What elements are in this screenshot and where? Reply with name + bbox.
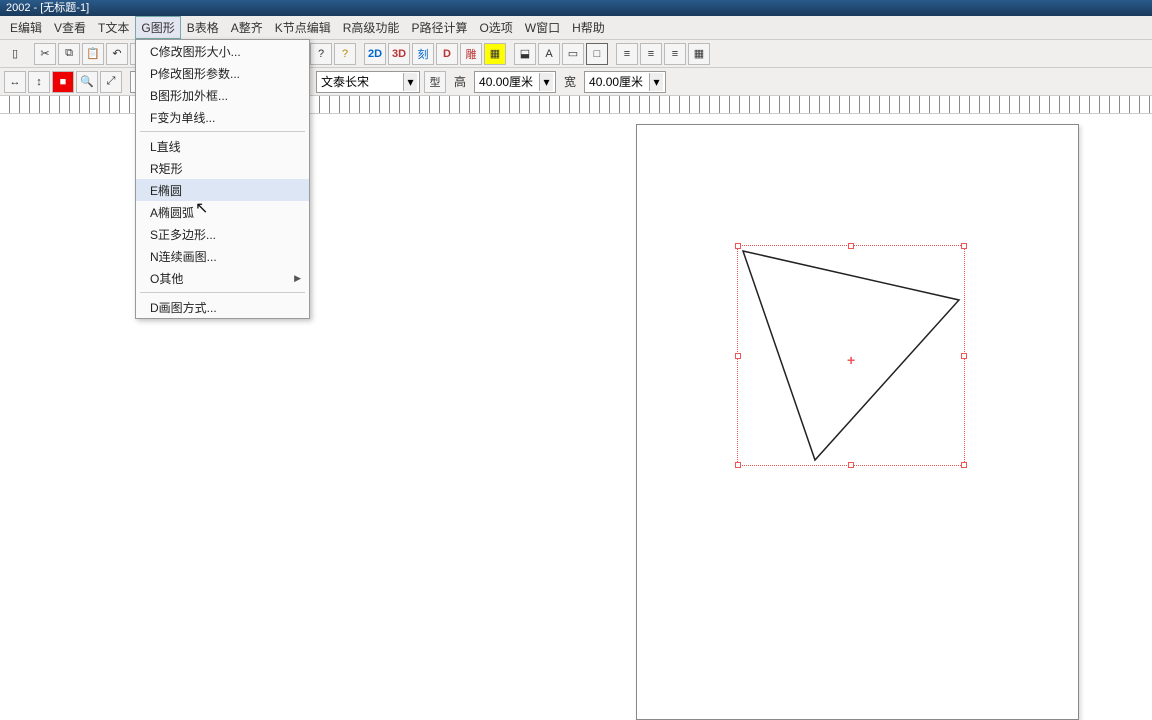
menu-align[interactable]: A整齐 <box>225 16 269 39</box>
font-combo[interactable]: 文泰长宋 ▾ <box>316 71 420 93</box>
menu-table[interactable]: B表格 <box>181 16 225 39</box>
menu-path[interactable]: P路径计算 <box>405 16 473 39</box>
menubar[interactable]: E编辑 V查看 T文本 G图形 B表格 A整齐 K节点编辑 R高级功能 P路径计… <box>0 16 1152 40</box>
width-combo[interactable]: 40.00厘米 ▾ <box>584 71 666 93</box>
blank-left-icon[interactable]: ▯ <box>4 43 26 65</box>
mi-cont[interactable]: N连续画图... <box>136 245 309 267</box>
diao-button[interactable]: 雕 <box>460 43 482 65</box>
handle-bl[interactable] <box>735 462 741 468</box>
center-mark-icon: + <box>847 352 855 368</box>
height-label: 高 <box>450 73 470 90</box>
paste-icon[interactable]: 📋 <box>82 43 104 65</box>
menu-win[interactable]: W窗口 <box>519 16 566 39</box>
mi-singleline[interactable]: F变为单线... <box>136 106 309 128</box>
height-combo[interactable]: 40.00厘米 ▾ <box>474 71 556 93</box>
menu-separator <box>140 292 305 293</box>
dropdown-graph: C修改图形大小... P修改图形参数... B图形加外框... F变为单线...… <box>135 39 310 319</box>
handle-tc[interactable] <box>848 243 854 249</box>
ke-button[interactable]: 刻 <box>412 43 434 65</box>
mi-other[interactable]: O其他 <box>136 267 309 289</box>
mi-outline[interactable]: B图形加外框... <box>136 84 309 106</box>
bulb-icon[interactable]: ? <box>334 43 356 65</box>
justify-f-icon[interactable]: ▦ <box>688 43 710 65</box>
justify-l-icon[interactable]: ≡ <box>616 43 638 65</box>
chevron-down-icon[interactable]: ▾ <box>649 73 663 91</box>
cut-icon[interactable]: ✂ <box>34 43 56 65</box>
mi-arc[interactable]: A椭圆弧 <box>136 201 309 223</box>
align-r-icon[interactable]: ▭ <box>562 43 584 65</box>
undo-icon[interactable]: ↶ <box>106 43 128 65</box>
zoom-in-icon[interactable]: 🔍 <box>76 71 98 93</box>
menu-graph[interactable]: G图形 <box>135 16 180 39</box>
d-button[interactable]: D <box>436 43 458 65</box>
menu-text[interactable]: T文本 <box>92 16 135 39</box>
zoom-fit-icon[interactable]: ⤢ <box>100 71 122 93</box>
chevron-down-icon[interactable]: ▾ <box>403 73 417 91</box>
height-value: 40.00厘米 <box>479 73 533 90</box>
handle-mr[interactable] <box>961 353 967 359</box>
2d-button[interactable]: 2D <box>364 43 386 65</box>
handle-br[interactable] <box>961 462 967 468</box>
mi-params[interactable]: P修改图形参数... <box>136 62 309 84</box>
chevron-down-icon[interactable]: ▾ <box>539 73 553 91</box>
handle-tl[interactable] <box>735 243 741 249</box>
grid-icon[interactable]: ▦ <box>484 43 506 65</box>
help-icon[interactable]: ? <box>310 43 332 65</box>
arrow-y-icon[interactable]: ↕ <box>28 71 50 93</box>
titlebar: 2002 - [无标题-1] <box>0 0 1152 16</box>
align-l-icon[interactable]: ⬓ <box>514 43 536 65</box>
mi-polygon[interactable]: S正多边形... <box>136 223 309 245</box>
menu-help[interactable]: H帮助 <box>566 16 611 39</box>
width-label: 宽 <box>560 73 580 90</box>
font-combo-value: 文泰长宋 <box>321 73 369 90</box>
menu-separator <box>140 131 305 132</box>
color-red-icon[interactable]: ■ <box>52 71 74 93</box>
mi-ellipse[interactable]: E椭圆 <box>136 179 309 201</box>
3d-button[interactable]: 3D <box>388 43 410 65</box>
mi-mode[interactable]: D画图方式... <box>136 296 309 318</box>
align-c-icon[interactable]: A <box>538 43 560 65</box>
justify-r-icon[interactable]: ≡ <box>664 43 686 65</box>
align-box-icon[interactable]: □ <box>586 43 608 65</box>
handle-bc[interactable] <box>848 462 854 468</box>
menu-adv[interactable]: R高级功能 <box>337 16 406 39</box>
width-value: 40.00厘米 <box>589 73 643 90</box>
menu-opt[interactable]: O选项 <box>473 16 518 39</box>
mi-resize[interactable]: C修改图形大小... <box>136 40 309 62</box>
copy-icon[interactable]: ⧉ <box>58 43 80 65</box>
mi-rect[interactable]: R矩形 <box>136 157 309 179</box>
mi-line[interactable]: L直线 <box>136 135 309 157</box>
arrow-x-icon[interactable]: ↔ <box>4 71 26 93</box>
menu-node[interactable]: K节点编辑 <box>269 16 337 39</box>
menu-edit[interactable]: E编辑 <box>4 16 48 39</box>
handle-ml[interactable] <box>735 353 741 359</box>
title-text: 2002 - [无标题-1] <box>6 2 89 14</box>
handle-tr[interactable] <box>961 243 967 249</box>
menu-view[interactable]: V查看 <box>48 16 92 39</box>
justify-c-icon[interactable]: ≡ <box>640 43 662 65</box>
type-button[interactable]: 型 <box>424 71 446 93</box>
